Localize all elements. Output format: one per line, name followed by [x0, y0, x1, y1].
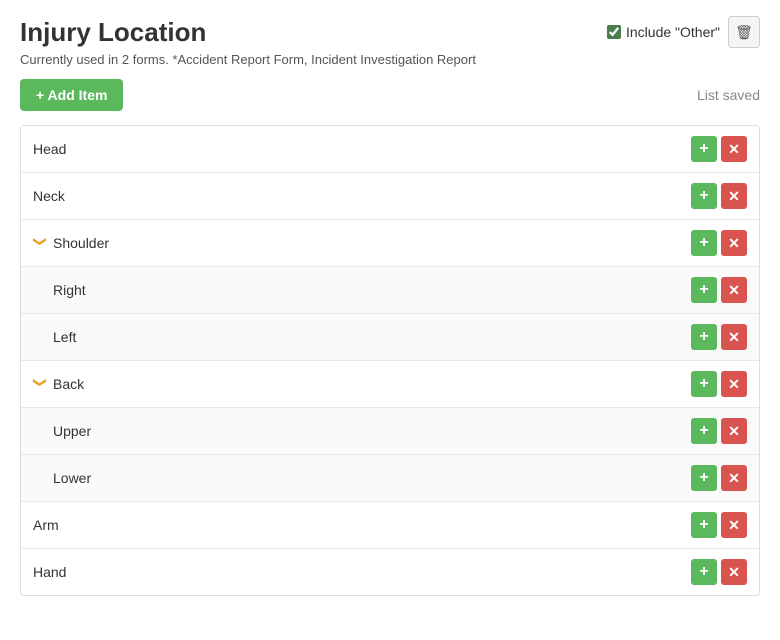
item-left: ❯ Back: [33, 376, 84, 392]
item-actions: + ✕: [691, 183, 747, 209]
item-actions: + ✕: [691, 371, 747, 397]
delete-item-button[interactable]: ✕: [721, 324, 747, 350]
item-actions: + ✕: [691, 277, 747, 303]
item-left: Arm: [33, 517, 59, 533]
delete-item-button[interactable]: ✕: [721, 418, 747, 444]
add-child-button[interactable]: +: [691, 559, 717, 585]
plus-icon: +: [699, 564, 708, 580]
times-icon: ✕: [728, 376, 740, 393]
list-item: ❯ Back + ✕: [21, 361, 759, 408]
item-left: Head: [33, 141, 66, 157]
times-icon: ✕: [728, 564, 740, 581]
item-name: Upper: [53, 423, 91, 439]
plus-icon: +: [699, 282, 708, 298]
include-other-checkbox[interactable]: [607, 25, 621, 39]
add-child-button[interactable]: +: [691, 418, 717, 444]
times-icon: ✕: [728, 470, 740, 487]
add-child-button[interactable]: +: [691, 183, 717, 209]
add-child-button[interactable]: +: [691, 512, 717, 538]
delete-item-button[interactable]: ✕: [721, 183, 747, 209]
add-child-button[interactable]: +: [691, 324, 717, 350]
include-other-text: Include "Other": [626, 24, 720, 40]
include-other-label[interactable]: Include "Other": [607, 24, 720, 40]
item-left: Left: [53, 329, 76, 345]
header-section: Injury Location Include "Other" 🗑 Curren…: [20, 16, 760, 67]
delete-item-button[interactable]: ✕: [721, 512, 747, 538]
list-item: Right + ✕: [21, 267, 759, 314]
item-name: Right: [53, 282, 86, 298]
item-name: Neck: [33, 188, 65, 204]
list-item: Upper + ✕: [21, 408, 759, 455]
list-item: Hand + ✕: [21, 549, 759, 595]
delete-item-button[interactable]: ✕: [721, 465, 747, 491]
list-item: Neck + ✕: [21, 173, 759, 220]
chevron-down-icon[interactable]: ❯: [32, 377, 48, 391]
plus-icon: +: [699, 517, 708, 533]
times-icon: ✕: [728, 423, 740, 440]
page-title: Injury Location: [20, 17, 206, 48]
add-item-label: + Add Item: [36, 87, 107, 103]
page-container: Injury Location Include "Other" 🗑 Curren…: [0, 0, 780, 612]
plus-icon: +: [699, 423, 708, 439]
item-actions: + ✕: [691, 324, 747, 350]
add-child-button[interactable]: +: [691, 465, 717, 491]
title-row: Injury Location Include "Other" 🗑: [20, 16, 760, 48]
times-icon: ✕: [728, 329, 740, 346]
item-actions: + ✕: [691, 418, 747, 444]
plus-icon: +: [699, 141, 708, 157]
delete-item-button[interactable]: ✕: [721, 230, 747, 256]
delete-item-button[interactable]: ✕: [721, 559, 747, 585]
item-name: Head: [33, 141, 66, 157]
item-actions: + ✕: [691, 465, 747, 491]
title-right: Include "Other" 🗑: [607, 16, 760, 48]
times-icon: ✕: [728, 517, 740, 534]
add-child-button[interactable]: +: [691, 136, 717, 162]
item-actions: + ✕: [691, 136, 747, 162]
delete-item-button[interactable]: ✕: [721, 371, 747, 397]
list-item: Lower + ✕: [21, 455, 759, 502]
list-item: Head + ✕: [21, 126, 759, 173]
delete-item-button[interactable]: ✕: [721, 277, 747, 303]
delete-list-button[interactable]: 🗑: [728, 16, 760, 48]
item-name: Arm: [33, 517, 59, 533]
item-left: Neck: [33, 188, 65, 204]
item-actions: + ✕: [691, 230, 747, 256]
plus-icon: +: [699, 188, 708, 204]
add-item-button[interactable]: + Add Item: [20, 79, 123, 111]
times-icon: ✕: [728, 235, 740, 252]
item-name: Back: [53, 376, 84, 392]
list-item: Arm + ✕: [21, 502, 759, 549]
item-name: Hand: [33, 564, 66, 580]
item-name: Left: [53, 329, 76, 345]
times-icon: ✕: [728, 141, 740, 158]
delete-item-button[interactable]: ✕: [721, 136, 747, 162]
trash-icon: 🗑: [735, 24, 753, 41]
chevron-down-icon[interactable]: ❯: [32, 236, 48, 250]
plus-icon: +: [699, 235, 708, 251]
item-left: Right: [53, 282, 86, 298]
add-child-button[interactable]: +: [691, 371, 717, 397]
items-list: Head + ✕ Neck + ✕: [20, 125, 760, 596]
item-actions: + ✕: [691, 559, 747, 585]
item-actions: + ✕: [691, 512, 747, 538]
item-name: Lower: [53, 470, 91, 486]
item-left: Hand: [33, 564, 66, 580]
add-child-button[interactable]: +: [691, 277, 717, 303]
item-left: Lower: [53, 470, 91, 486]
item-name: Shoulder: [53, 235, 109, 251]
times-icon: ✕: [728, 282, 740, 299]
list-saved-status: List saved: [697, 87, 760, 103]
toolbar-row: + Add Item List saved: [20, 79, 760, 111]
subtitle: Currently used in 2 forms. *Accident Rep…: [20, 52, 760, 67]
plus-icon: +: [699, 376, 708, 392]
item-left: ❯ Shoulder: [33, 235, 109, 251]
times-icon: ✕: [728, 188, 740, 205]
item-left: Upper: [53, 423, 91, 439]
plus-icon: +: [699, 329, 708, 345]
add-child-button[interactable]: +: [691, 230, 717, 256]
plus-icon: +: [699, 470, 708, 486]
list-item: Left + ✕: [21, 314, 759, 361]
list-item: ❯ Shoulder + ✕: [21, 220, 759, 267]
